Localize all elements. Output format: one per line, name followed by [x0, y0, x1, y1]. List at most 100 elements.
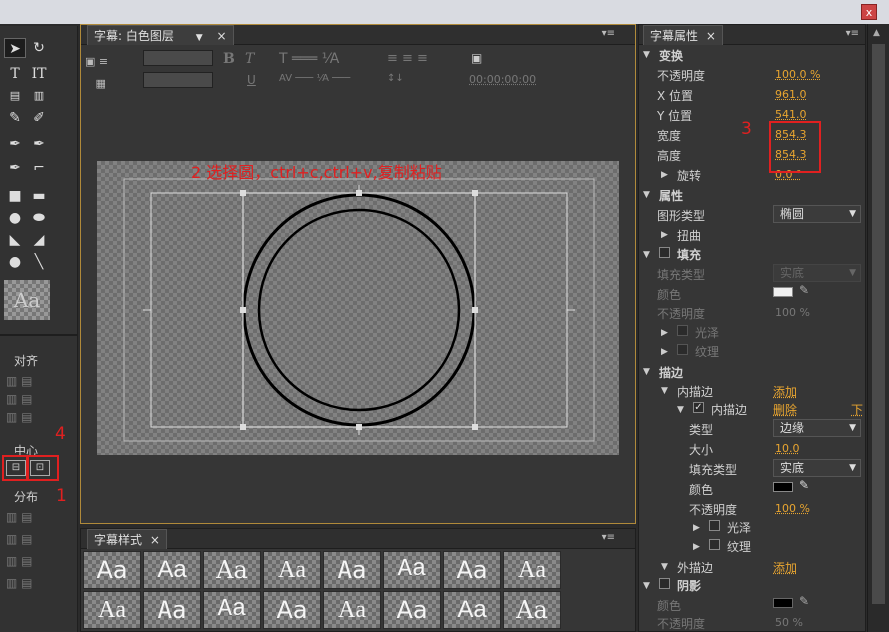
- rectangle-tool-icon[interactable]: ■: [4, 186, 26, 206]
- tab-title-editor[interactable]: 字幕: 白色图层 ▼ ×: [87, 25, 234, 45]
- panel-menu-icon[interactable]: ▾≡: [602, 28, 615, 39]
- style-swatch[interactable]: Aa: [323, 591, 381, 629]
- timecode[interactable]: 00:00:00:00: [469, 73, 536, 86]
- eyedropper-icon[interactable]: ✎: [799, 594, 809, 608]
- title-canvas[interactable]: [97, 161, 619, 455]
- eyedropper-icon[interactable]: ✎: [799, 283, 809, 297]
- style-swatch[interactable]: Aa: [443, 551, 501, 589]
- stroke-color-swatch[interactable]: [773, 482, 793, 492]
- rotation-tool-icon[interactable]: ↻: [28, 38, 50, 58]
- shadow-checkbox[interactable]: [659, 578, 670, 589]
- clipped-rectangle-tool-icon[interactable]: ●: [4, 208, 26, 228]
- stroke-texture-checkbox[interactable]: [709, 539, 720, 550]
- font-family-select[interactable]: [143, 50, 213, 66]
- shadow-opacity-value[interactable]: 50 %: [775, 616, 803, 629]
- outer-stroke-add-link[interactable]: 添加: [773, 559, 797, 576]
- bold-button[interactable]: B: [223, 51, 235, 67]
- tab-title-styles[interactable]: 字幕样式 ×: [87, 529, 167, 549]
- panel-menu-icon[interactable]: ▾≡: [602, 532, 615, 543]
- style-swatch[interactable]: Aa: [83, 591, 141, 629]
- fill-sheen-checkbox[interactable]: [677, 325, 688, 336]
- style-swatch[interactable]: Aa: [443, 591, 501, 629]
- underline-button[interactable]: U: [247, 73, 256, 87]
- inner-stroke-delete-link[interactable]: 删除: [773, 401, 797, 418]
- area-type-tool-icon[interactable]: ▤: [4, 86, 26, 106]
- background-video-icon[interactable]: ▣: [471, 51, 482, 65]
- fill-type-select[interactable]: 实底 ▼: [773, 264, 861, 282]
- fill-texture-checkbox[interactable]: [677, 344, 688, 355]
- chevron-down-icon[interactable]: ▼: [661, 562, 668, 572]
- chevron-right-icon[interactable]: ▶: [661, 230, 668, 240]
- scrollbar-thumb[interactable]: [872, 44, 885, 604]
- style-swatch[interactable]: Aa: [503, 591, 561, 629]
- font-style-select[interactable]: [143, 72, 213, 88]
- eyedropper-icon[interactable]: ✎: [799, 478, 809, 492]
- style-swatch[interactable]: Aa: [383, 591, 441, 629]
- tab-stops-icon[interactable]: ↕↓: [387, 73, 404, 84]
- close-icon[interactable]: ×: [706, 29, 716, 43]
- style-swatch[interactable]: Aa: [83, 551, 141, 589]
- type-tool-icon[interactable]: T: [4, 64, 26, 84]
- rounded-corner-tool-icon[interactable]: ⬬: [28, 208, 50, 228]
- style-swatch[interactable]: Aa: [503, 551, 561, 589]
- style-swatch[interactable]: Aa: [203, 551, 261, 589]
- close-icon[interactable]: ×: [216, 29, 226, 43]
- style-swatch[interactable]: Aa: [203, 591, 261, 629]
- stroke-opacity-value[interactable]: 100 %: [775, 502, 810, 515]
- style-swatch[interactable]: Aa: [383, 551, 441, 589]
- chevron-down-icon[interactable]: ▼: [196, 33, 203, 43]
- text-align-icons[interactable]: ≡ ≡ ≡: [387, 51, 428, 66]
- chevron-down-icon[interactable]: ▼: [643, 367, 650, 377]
- close-icon[interactable]: ×: [150, 533, 160, 547]
- add-anchor-tool-icon[interactable]: ✒: [4, 158, 26, 178]
- selection-tool-icon[interactable]: ➤: [4, 38, 26, 58]
- chevron-right-icon[interactable]: ▶: [661, 328, 668, 338]
- scroll-up-icon[interactable]: ▲: [873, 28, 880, 38]
- chevron-down-icon[interactable]: ▼: [677, 405, 684, 415]
- convert-anchor-tool-icon[interactable]: ⌐: [28, 158, 50, 178]
- style-swatch[interactable]: Aa: [323, 551, 381, 589]
- stroke-sheen-checkbox[interactable]: [709, 520, 720, 531]
- tab-title-properties[interactable]: 字幕属性 ×: [643, 25, 723, 45]
- toolbar-left-icons[interactable]: ▣ ≡ ▦: [85, 51, 108, 95]
- fill-opacity-value[interactable]: 100 %: [775, 306, 810, 319]
- arc-tool-icon[interactable]: ◢: [28, 230, 50, 250]
- opacity-value[interactable]: 100.0 %: [775, 68, 820, 81]
- chevron-down-icon[interactable]: ▼: [661, 386, 668, 396]
- style-swatch[interactable]: Aa: [143, 551, 201, 589]
- y-position-value[interactable]: 541.0: [775, 108, 807, 121]
- chevron-down-icon[interactable]: ▼: [643, 250, 650, 260]
- style-swatch[interactable]: Aa: [263, 551, 321, 589]
- ellipse-tool-icon[interactable]: ●: [4, 252, 26, 272]
- window-close-button[interactable]: x: [861, 4, 877, 20]
- vertical-type-tool-icon[interactable]: IT: [28, 64, 50, 84]
- chevron-right-icon[interactable]: ▶: [661, 347, 668, 357]
- fill-checkbox[interactable]: [659, 247, 670, 258]
- italic-button[interactable]: T: [245, 51, 254, 67]
- wedge-tool-icon[interactable]: ◣: [4, 230, 26, 250]
- x-position-value[interactable]: 961.0: [775, 88, 807, 101]
- properties-scrollbar[interactable]: ▲: [867, 24, 889, 632]
- stroke-fill-type-select[interactable]: 实底 ▼: [773, 459, 861, 477]
- style-swatch[interactable]: Aa: [143, 591, 201, 629]
- graphic-type-select[interactable]: 椭圆 ▼: [773, 205, 861, 223]
- rounded-rectangle-tool-icon[interactable]: ▬: [28, 186, 50, 206]
- inner-stroke-add-link[interactable]: 添加: [773, 383, 797, 400]
- pen-tool-icon[interactable]: ✒: [4, 134, 26, 154]
- path-type-tool-icon[interactable]: ✎: [4, 108, 26, 128]
- fill-color-swatch[interactable]: [773, 287, 793, 297]
- style-swatch[interactable]: Aa: [263, 591, 321, 629]
- inner-stroke-move-down-link[interactable]: 下: [851, 401, 863, 418]
- line-tool-icon[interactable]: ╲: [28, 252, 50, 272]
- chevron-right-icon[interactable]: ▶: [661, 170, 668, 180]
- inner-stroke-checkbox[interactable]: ✓: [693, 402, 704, 413]
- delete-anchor-tool-icon[interactable]: ✒: [28, 134, 50, 154]
- chevron-down-icon[interactable]: ▼: [643, 190, 650, 200]
- vertical-path-type-tool-icon[interactable]: ✐: [28, 108, 50, 128]
- stroke-size-value[interactable]: 10.0: [775, 442, 800, 455]
- shadow-color-swatch[interactable]: [773, 598, 793, 608]
- chevron-right-icon[interactable]: ▶: [693, 542, 700, 552]
- panel-menu-icon[interactable]: ▾≡: [846, 28, 859, 39]
- chevron-down-icon[interactable]: ▼: [643, 50, 650, 60]
- chevron-right-icon[interactable]: ▶: [693, 523, 700, 533]
